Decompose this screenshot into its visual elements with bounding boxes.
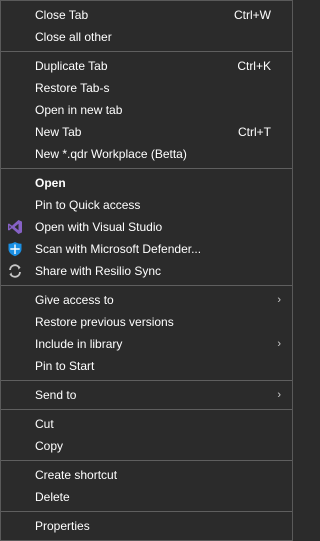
chevron-right-icon: › <box>277 389 281 401</box>
menu-item-share-with-resilio-sync[interactable]: Share with Resilio Sync <box>1 260 292 282</box>
menu-item-open-with-visual-studio[interactable]: Open with Visual Studio <box>1 216 292 238</box>
menu-item-label: Open <box>35 176 66 190</box>
menu-item-pin-to-start[interactable]: Pin to Start <box>1 355 292 377</box>
menu-item-label: Give access to <box>35 293 114 307</box>
menu-item-label: Pin to Start <box>35 359 95 373</box>
menu-item-open[interactable]: Open <box>1 172 292 194</box>
menu-item-close-tab[interactable]: Close Tab Ctrl+W <box>1 4 292 26</box>
visual-studio-icon <box>7 219 23 235</box>
menu-item-label: Close all other <box>35 30 112 44</box>
menu-item-close-all-other[interactable]: Close all other <box>1 26 292 48</box>
menu-item-give-access-to[interactable]: Give access to › <box>1 289 292 311</box>
menu-item-label: Duplicate Tab <box>35 59 108 73</box>
menu-item-pin-to-quick-access[interactable]: Pin to Quick access <box>1 194 292 216</box>
menu-item-label: Send to <box>35 388 77 402</box>
menu-item-create-shortcut[interactable]: Create shortcut <box>1 464 292 486</box>
chevron-right-icon: › <box>277 338 281 350</box>
shortcut-label: Ctrl+W <box>234 8 271 22</box>
menu-item-restore-previous-versions[interactable]: Restore previous versions <box>1 311 292 333</box>
menu-item-label: Open in new tab <box>35 103 123 117</box>
menu-item-label: Open with Visual Studio <box>35 220 163 234</box>
menu-item-label: Cut <box>35 417 54 431</box>
menu-item-open-in-new-tab[interactable]: Open in new tab <box>1 99 292 121</box>
menu-item-label: Delete <box>35 490 70 504</box>
menu-item-scan-with-defender[interactable]: Scan with Microsoft Defender... <box>1 238 292 260</box>
menu-item-cut[interactable]: Cut <box>1 413 292 435</box>
menu-item-label: Properties <box>35 519 90 533</box>
menu-item-new-tab[interactable]: New Tab Ctrl+T <box>1 121 292 143</box>
menu-separator <box>1 460 292 461</box>
menu-item-label: Copy <box>35 439 64 453</box>
menu-item-restore-tabs[interactable]: Restore Tab-s <box>1 77 292 99</box>
menu-separator <box>1 511 292 512</box>
menu-item-send-to[interactable]: Send to › <box>1 384 292 406</box>
menu-separator <box>1 285 292 286</box>
chevron-right-icon: › <box>277 294 281 306</box>
menu-separator <box>1 168 292 169</box>
shortcut-label: Ctrl+T <box>238 125 271 139</box>
menu-separator <box>1 380 292 381</box>
menu-item-label: Share with Resilio Sync <box>35 264 162 278</box>
menu-item-include-in-library[interactable]: Include in library › <box>1 333 292 355</box>
menu-item-label: Restore Tab-s <box>35 81 110 95</box>
menu-separator <box>1 51 292 52</box>
shortcut-label: Ctrl+K <box>237 59 271 73</box>
menu-item-duplicate-tab[interactable]: Duplicate Tab Ctrl+K <box>1 55 292 77</box>
menu-item-label: Create shortcut <box>35 468 118 482</box>
menu-item-label: New Tab <box>35 125 82 139</box>
menu-item-delete[interactable]: Delete <box>1 486 292 508</box>
menu-item-label: New *.qdr Workplace (Betta) <box>35 147 187 161</box>
menu-item-label: Close Tab <box>35 8 89 22</box>
microsoft-defender-icon <box>7 241 23 257</box>
menu-item-label: Scan with Microsoft Defender... <box>35 242 202 256</box>
menu-item-label: Pin to Quick access <box>35 198 141 212</box>
menu-item-properties[interactable]: Properties <box>1 515 292 537</box>
menu-item-new-qdr-workplace[interactable]: New *.qdr Workplace (Betta) <box>1 143 292 165</box>
menu-separator <box>1 409 292 410</box>
resilio-sync-icon <box>7 263 23 279</box>
menu-item-copy[interactable]: Copy <box>1 435 292 457</box>
menu-item-label: Include in library <box>35 337 123 351</box>
menu-item-label: Restore previous versions <box>35 315 174 329</box>
context-menu: Close Tab Ctrl+W Close all other Duplica… <box>0 0 293 541</box>
